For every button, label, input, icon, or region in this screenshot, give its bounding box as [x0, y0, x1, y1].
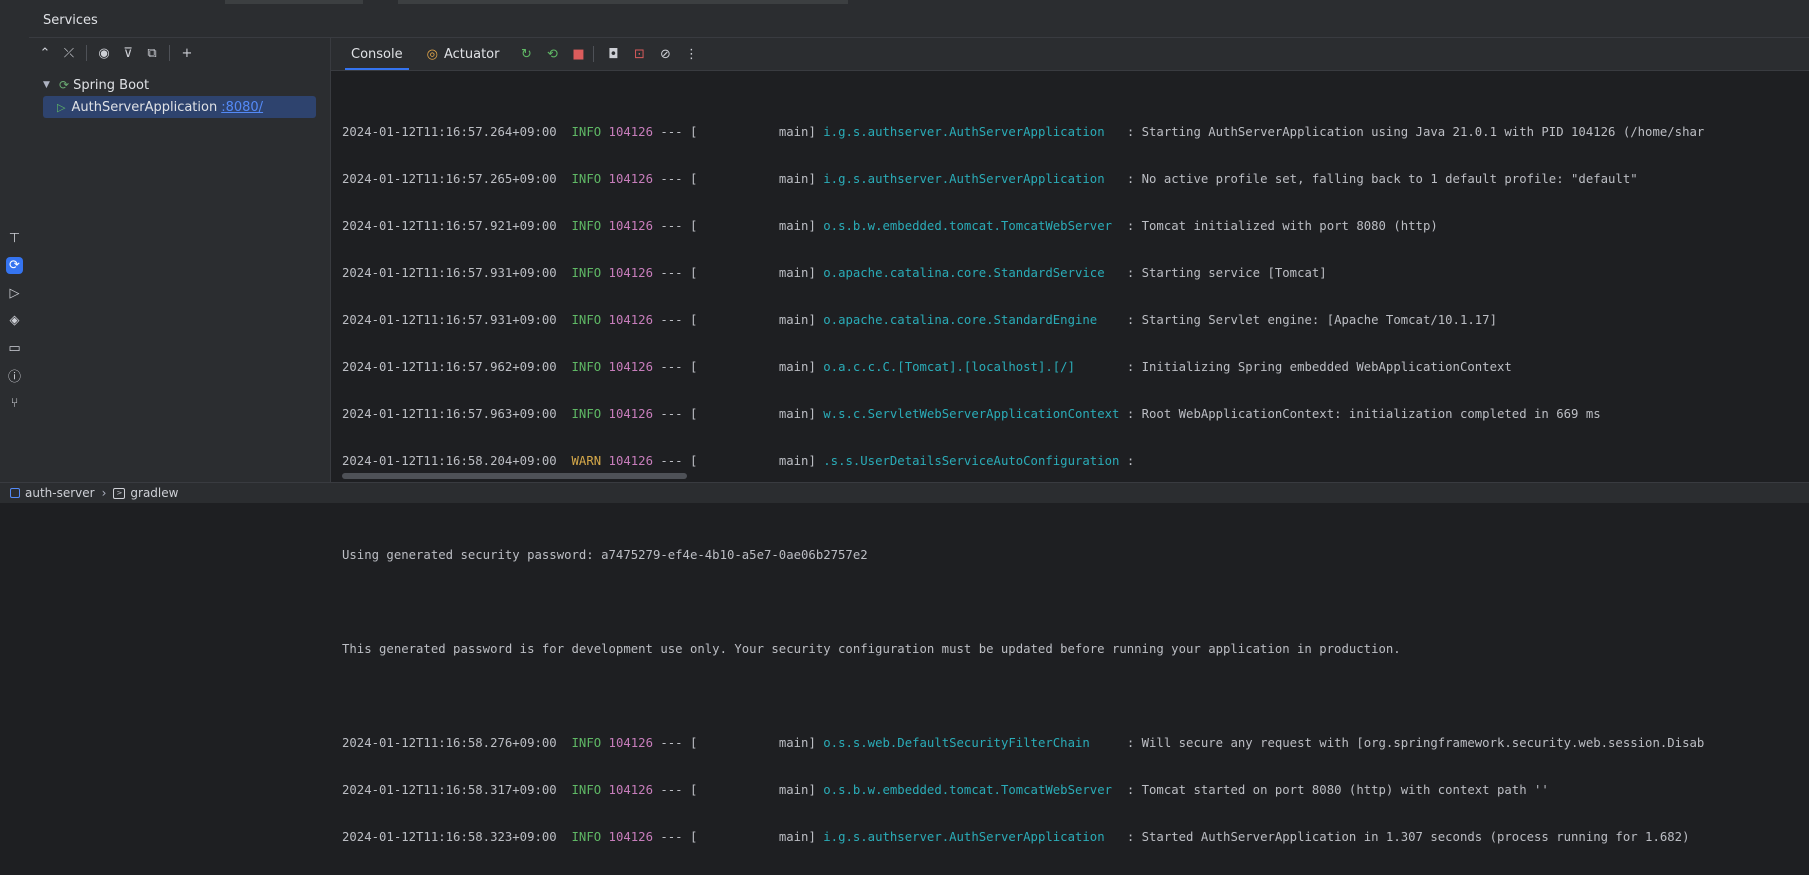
expand-all-icon[interactable]: ⌃ [34, 42, 56, 64]
new-group-icon[interactable]: ⧉ [141, 42, 163, 64]
tree-node-spring-boot[interactable]: ▼ ⟳ Spring Boot [29, 74, 330, 96]
editor-scroll-strip [398, 0, 848, 4]
notice-line: This generated password is for developme… [342, 642, 1401, 656]
panel-title: Services [43, 13, 98, 28]
rerun-icon[interactable]: ↻ [515, 43, 537, 65]
chevron-down-icon[interactable]: ▼ [43, 80, 57, 90]
password-line: Using generated security password: a7475… [342, 548, 868, 562]
log-line: 2024-01-12T11:16:57.931+09:00 INFO 10412… [342, 266, 1327, 280]
git-icon[interactable]: ⑂ [6, 395, 23, 412]
log-line: 2024-01-12T11:16:58.276+09:00 INFO 10412… [342, 736, 1705, 750]
tool-window-bar: ⊤ ⟳ ▷ ◈ ▭ ⓘ ⑂ [0, 5, 30, 482]
terminal-file-icon: > [113, 487, 126, 499]
collapse-all-icon[interactable]: ⤫ [58, 42, 80, 64]
run-icon[interactable]: ▷ [6, 285, 23, 302]
breadcrumb-item[interactable]: gradlew [130, 486, 178, 500]
log-line: 2024-01-12T11:16:57.265+09:00 INFO 10412… [342, 172, 1638, 186]
port-link[interactable]: :8080/ [221, 100, 263, 115]
tree-node-label: Spring Boot [73, 77, 150, 93]
tab-label: Console [351, 46, 403, 62]
toolbar-divider [593, 46, 595, 62]
spring-boot-icon: ⟳ [59, 78, 70, 92]
exit-icon[interactable]: ⊡ [628, 43, 650, 65]
camera-icon[interactable]: ◘ [602, 43, 624, 65]
tree-node-app[interactable]: ▷ AuthServerApplication :8080/ [43, 96, 316, 118]
module-icon [10, 488, 20, 498]
layers-icon[interactable]: ◈ [6, 312, 23, 329]
services-tree: ▼ ⟳ Spring Boot ▷ AuthServerApplication … [29, 74, 330, 118]
eye-icon[interactable]: ◉ [93, 42, 115, 64]
breadcrumb-project[interactable]: auth-server [25, 486, 95, 500]
running-icon: ▷ [57, 100, 66, 114]
problems-icon[interactable]: ⓘ [6, 367, 23, 385]
log-line: 2024-01-12T11:16:58.317+09:00 INFO 10412… [342, 783, 1549, 797]
status-bar: auth-server › > gradlew [0, 482, 1809, 503]
filter-icon[interactable]: ⊽ [117, 42, 139, 64]
console-panel: Console ◎ Actuator ↻ ⟲ ■ ◘ ⊡ ⊘ ⋮ 2024-01… [331, 38, 1809, 844]
services-tree-panel: ⌃ ⤫ ◉ ⊽ ⧉ + ▼ ⟳ Spring Boot ▷ AuthServer… [29, 38, 331, 482]
actuator-icon: ◎ [426, 46, 438, 62]
tab-actuator[interactable]: ◎ Actuator [415, 38, 512, 70]
services-icon[interactable]: ⟳ [6, 257, 23, 274]
debug-icon[interactable]: ⊘ [654, 43, 676, 65]
log-line: 2024-01-12T11:16:57.264+09:00 INFO 10412… [342, 125, 1705, 139]
toolbar-divider [169, 45, 170, 61]
log-line: 2024-01-12T11:16:58.323+09:00 INFO 10412… [342, 830, 1690, 844]
more-options-icon[interactable]: ⋮ [680, 43, 702, 65]
log-line: 2024-01-12T11:16:57.921+09:00 INFO 10412… [342, 219, 1438, 233]
build-icon[interactable]: ⊤ [6, 230, 23, 247]
horizontal-scrollbar[interactable] [342, 473, 687, 479]
editor-tab-strip [225, 0, 363, 4]
toolbar-divider [86, 45, 87, 61]
log-line: 2024-01-12T11:16:57.962+09:00 INFO 10412… [342, 360, 1512, 374]
log-line: 2024-01-12T11:16:58.204+09:00 WARN 10412… [342, 454, 1135, 468]
add-service-icon[interactable]: + [176, 42, 198, 64]
chevron-right-icon: › [101, 486, 107, 500]
console-tabbar: Console ◎ Actuator ↻ ⟲ ■ ◘ ⊡ ⊘ ⋮ [331, 38, 1809, 71]
log-line: 2024-01-12T11:16:57.931+09:00 INFO 10412… [342, 313, 1497, 327]
log-line: 2024-01-12T11:16:57.963+09:00 INFO 10412… [342, 407, 1601, 421]
restart-icon[interactable]: ⟲ [541, 43, 563, 65]
services-header: Services [29, 5, 1809, 38]
app-label: AuthServerApplication [71, 99, 218, 115]
tab-label: Actuator [443, 46, 500, 62]
terminal-icon[interactable]: ▭ [6, 340, 23, 357]
tree-toolbar: ⌃ ⤫ ◉ ⊽ ⧉ + [29, 38, 330, 68]
tab-console[interactable]: Console [339, 38, 415, 70]
stop-icon[interactable]: ■ [567, 43, 589, 65]
